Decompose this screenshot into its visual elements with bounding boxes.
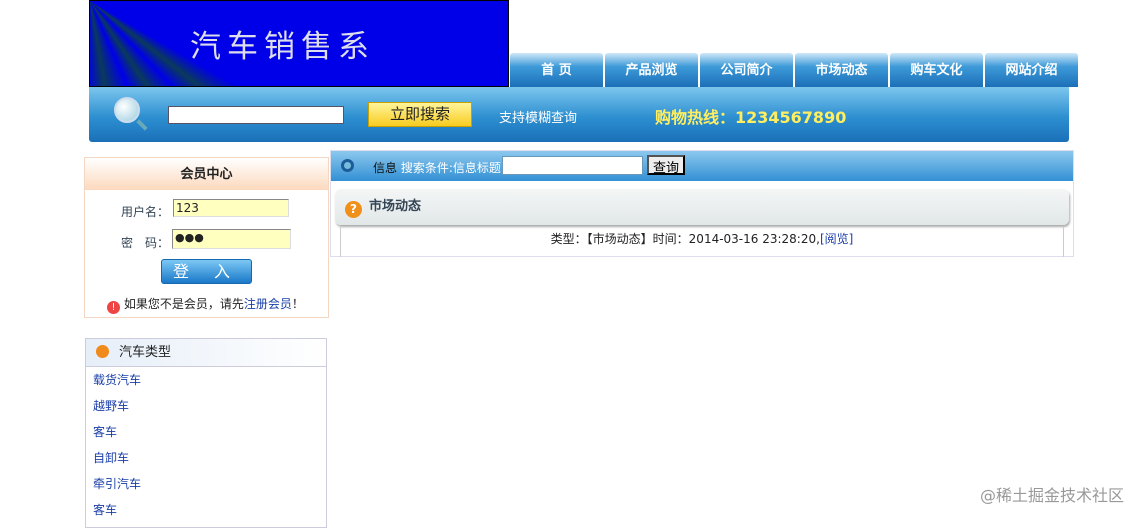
watermark: @稀土掘金技术社区: [979, 486, 1124, 505]
car-types-title: 汽车类型: [119, 345, 172, 360]
nav-site[interactable]: 网站介绍: [985, 53, 1078, 87]
category-item[interactable]: 越野车: [93, 399, 129, 413]
login-button[interactable]: 登 入: [161, 259, 252, 284]
category-item[interactable]: 客车: [93, 503, 117, 517]
search-input[interactable]: [168, 106, 344, 124]
question-icon: ?: [345, 201, 362, 218]
password-label: 密 码：: [121, 236, 170, 250]
category-item[interactable]: 客车: [93, 425, 117, 439]
category-icon: [96, 345, 109, 358]
info-panel: 信息 搜索条件:信息标题 查询 ? 市场动态 类型：【市场动态】时间：2014-0…: [330, 150, 1074, 257]
car-types-panel: 汽车类型 载货汽车 越野车 客车 自卸车 牵引汽车 客车: [85, 338, 327, 528]
member-center: 会员中心 用户名： 123 密 码： ●●● 登 入 ! 如果您不是会员，请先注…: [84, 157, 329, 318]
info-search-bar: 信息 搜索条件:信息标题 查询: [331, 151, 1073, 181]
query-button[interactable]: 查询: [647, 155, 685, 176]
note-suffix: ！: [291, 297, 304, 311]
car-types-header: 汽车类型: [86, 339, 326, 367]
search-hint: 支持模糊查询: [499, 111, 578, 126]
nav-about[interactable]: 公司简介: [700, 53, 793, 87]
view-link[interactable]: [阅览]: [820, 232, 853, 246]
username-input[interactable]: 123: [173, 199, 289, 217]
section-header: ? 市场动态: [335, 189, 1069, 225]
nav-products[interactable]: 产品浏览: [605, 53, 698, 87]
info-search-label: 信息 搜索条件:信息标题: [373, 159, 501, 176]
warning-icon: !: [107, 301, 120, 314]
category-item[interactable]: 牵引汽车: [93, 477, 141, 491]
magnifier-icon: [114, 97, 140, 123]
item-text: 类型：【市场动态】时间：2014-03-16 23:28:20,: [550, 232, 820, 246]
section-title: 市场动态: [369, 199, 422, 214]
category-item[interactable]: 载货汽车: [93, 373, 141, 387]
search-condition: 搜索条件:信息标题: [400, 161, 501, 175]
note-text: 如果您不是会员，请先: [123, 297, 244, 311]
search-bar: 立即搜索 支持模糊查询 购物热线：1234567890: [89, 87, 1069, 142]
username-label: 用户名：: [121, 205, 170, 219]
nav-culture[interactable]: 购车文化: [890, 53, 983, 87]
list-item: 类型：【市场动态】时间：2014-03-16 23:28:20,[阅览]: [340, 227, 1064, 257]
hotline: 购物热线：1234567890: [655, 108, 847, 127]
info-label: 信息: [373, 161, 398, 175]
banner: 汽车销售系: [89, 0, 509, 87]
bullet-icon: [341, 159, 354, 172]
password-input[interactable]: ●●●: [172, 229, 291, 249]
register-link[interactable]: 注册会员: [244, 297, 292, 311]
register-note: ! 如果您不是会员，请先注册会员！: [107, 295, 304, 314]
main-nav: 首 页 产品浏览 公司简介 市场动态 购车文化 网站介绍: [510, 53, 1078, 87]
nav-market[interactable]: 市场动态: [795, 53, 888, 87]
banner-title: 汽车销售系: [190, 29, 375, 65]
member-center-title: 会员中心: [85, 158, 328, 190]
nav-home[interactable]: 首 页: [510, 53, 603, 87]
category-item[interactable]: 自卸车: [93, 451, 129, 465]
search-button[interactable]: 立即搜索: [368, 102, 472, 127]
info-title-input[interactable]: [502, 156, 643, 175]
